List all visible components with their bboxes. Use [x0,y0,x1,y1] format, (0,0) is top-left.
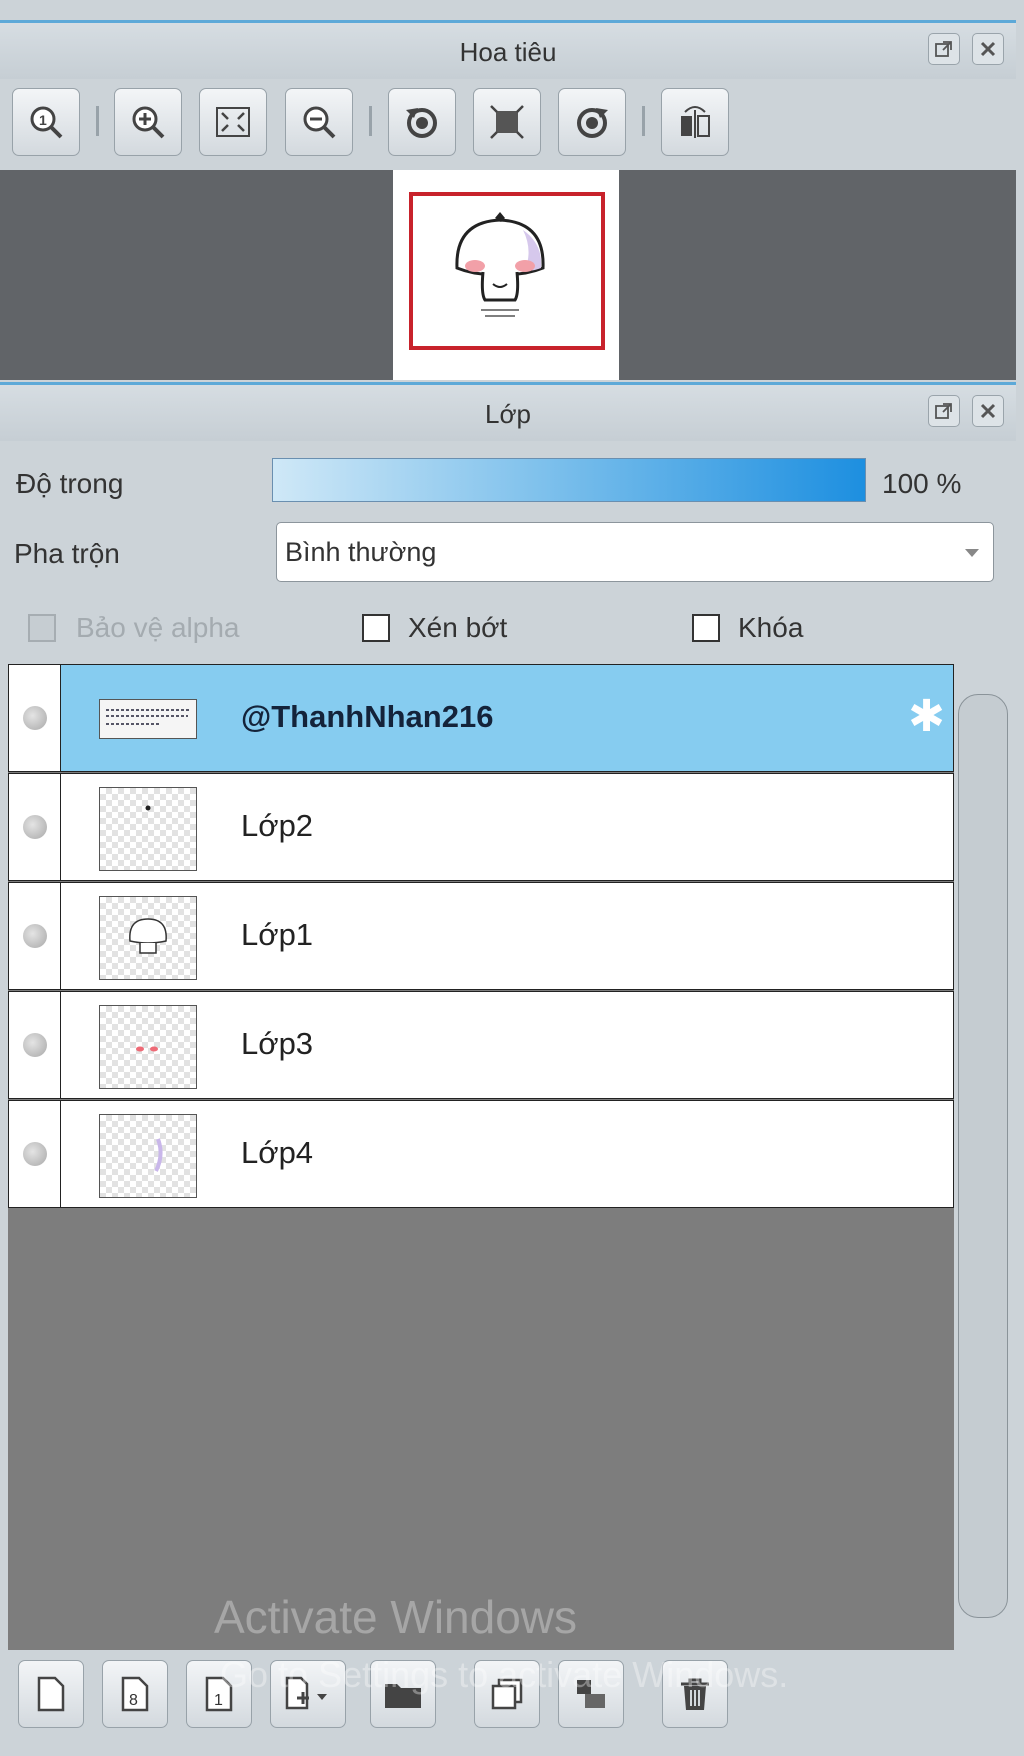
toolbar-separator [96,106,99,136]
blend-mode-label: Pha trộn [14,538,120,569]
close-icon[interactable] [972,395,1004,427]
layer-thumbnail [99,1005,197,1089]
navigator-title: Hoa tiêu [459,37,557,67]
lock-checkbox[interactable] [692,614,720,642]
layer-list-scrollbar[interactable] [958,694,1008,1618]
zoom-out-button[interactable] [285,88,353,156]
flip-horizontal-icon [681,106,710,138]
visibility-toggle[interactable] [9,1101,61,1207]
layer-thumbnail [99,699,197,739]
rotate-right-icon [577,108,608,138]
visibility-toggle[interactable] [9,883,61,989]
layer-thumbnail [99,896,197,980]
rotate-left-icon [406,108,437,138]
navigator-header: Hoa tiêu [0,20,1016,79]
clipping-checkbox[interactable] [362,614,390,642]
layer-thumbnail [99,787,197,871]
layer-name: Lớp2 [241,808,314,843]
layer-row[interactable]: Lớp2 [8,773,954,881]
chevron-down-icon [965,549,979,557]
layer-name: Lớp1 [241,917,314,952]
zoom-actual-icon: 1 [30,106,63,139]
eye-dot-icon [23,815,47,839]
canvas-preview [393,170,619,380]
opacity-slider[interactable] [272,458,866,502]
layer-thumbnail [99,1114,197,1198]
activation-watermark-sub: Go to Settings to activate Windows. [220,1654,789,1695]
opacity-label: Độ trong [16,468,124,499]
zoom-out-icon [303,106,336,139]
layer-name: @ThanhNhan216 [241,699,494,734]
visibility-toggle[interactable] [9,992,61,1098]
gear-icon[interactable]: ✱ [908,695,945,739]
svg-text:8: 8 [129,1692,138,1709]
reset-rotation-button[interactable] [473,88,541,156]
layers-header: Lớp [0,382,1016,441]
blend-mode-select[interactable]: Bình thường [276,522,994,582]
eye-dot-icon [23,706,47,730]
close-icon[interactable] [972,33,1004,65]
activation-watermark: Activate Windows [214,1591,578,1643]
blend-mode-value: Bình thường [285,537,437,567]
undock-icon[interactable] [928,33,960,65]
lock-label: Khóa [738,612,804,643]
fit-screen-icon [216,107,250,137]
zoom-in-button[interactable] [114,88,182,156]
svg-text:1: 1 [39,112,47,128]
layer-row[interactable]: Lớp3 [8,991,954,1099]
new-8bit-layer-button[interactable]: 8 [102,1660,168,1728]
opacity-value: 100 % [882,468,962,499]
protect-alpha-label: Bảo vệ alpha [76,612,240,643]
eye-dot-icon [23,1033,47,1057]
visibility-toggle[interactable] [9,665,61,771]
undock-icon[interactable] [928,395,960,427]
new-8bit-layer-icon: 8 [121,1676,149,1712]
layer-list[interactable]: @ThanhNhan216 ✱ Lớp2 Lớp1 Lớp3 Lớp4 [8,664,954,1650]
layer-name: Lớp4 [241,1135,314,1170]
visibility-toggle[interactable] [9,774,61,880]
rotate-left-button[interactable] [388,88,456,156]
rotate-right-button[interactable] [558,88,626,156]
toolbar-separator [369,106,372,136]
reset-rotation-icon [490,105,524,139]
protect-alpha-checkbox[interactable] [28,614,56,642]
clipping-label: Xén bớt [408,612,508,643]
fit-screen-button[interactable] [199,88,267,156]
navigator-view[interactable] [0,170,1016,380]
layer-row[interactable]: Lớp4 [8,1100,954,1208]
layers-title: Lớp [485,399,531,429]
zoom-actual-button[interactable]: 1 [12,88,80,156]
eye-dot-icon [23,924,47,948]
zoom-in-icon [132,106,165,139]
layer-name: Lớp3 [241,1026,314,1061]
new-raster-layer-button[interactable] [18,1660,84,1728]
new-page-icon [37,1676,65,1712]
layer-row[interactable]: Lớp1 [8,882,954,990]
eye-dot-icon [23,1142,47,1166]
flip-horizontal-button[interactable] [661,88,729,156]
toolbar-separator [642,106,645,136]
viewport-frame[interactable] [409,192,605,350]
layer-row[interactable]: @ThanhNhan216 ✱ [8,664,954,772]
